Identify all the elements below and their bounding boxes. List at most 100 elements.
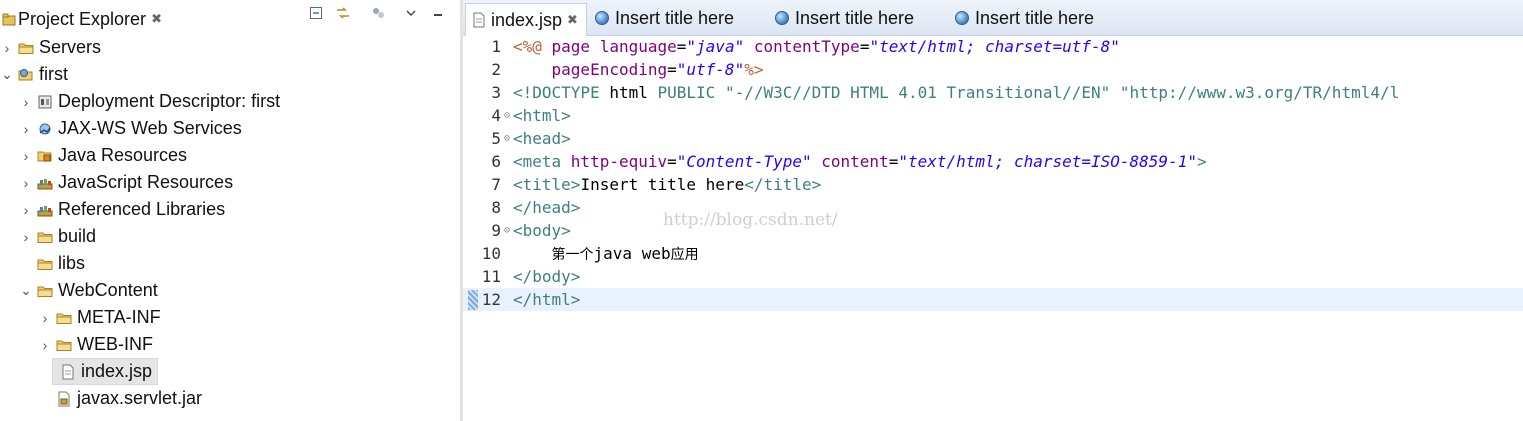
filter-icon[interactable] (370, 5, 386, 21)
code-token: Insert title here (580, 175, 745, 194)
tree-item[interactable]: javax.servlet.jar (38, 385, 204, 412)
code-token: contentType (753, 37, 860, 56)
code-line[interactable]: 6 <meta http-equiv="Content-Type" content… (463, 150, 1523, 173)
code-line[interactable]: 3 <!DOCTYPE html PUBLIC "-//W3C//DTD HTML… (463, 81, 1523, 104)
tree-item-content: Servers (14, 36, 103, 59)
tree-item-content: Referenced Libraries (33, 198, 227, 221)
line-number: 6 (491, 152, 501, 171)
tree-item-content: first (14, 63, 70, 86)
java-resources-icon (37, 148, 53, 164)
code-line[interactable]: 12 </html> (463, 288, 1523, 311)
code-line[interactable]: 7 <title>Insert title here</title> (463, 173, 1523, 196)
tree-item[interactable]: › Deployment Descriptor: first (19, 88, 282, 115)
minimize-icon[interactable] (430, 5, 446, 21)
chevron-right-icon[interactable]: › (19, 94, 33, 110)
code-editor[interactable]: 1 <%@ page language="java" contentType="t… (463, 35, 1523, 421)
code-line[interactable]: 8 </head> (463, 196, 1523, 219)
code-token: 第一个 (551, 246, 594, 263)
project-explorer-panel: Project Explorer ✖ › Servers ⌄ first › De (0, 0, 470, 421)
close-icon[interactable]: ✖ (151, 11, 162, 27)
line-number: 11 (481, 267, 501, 286)
code-text: <title>Insert title here</title> (513, 175, 821, 194)
tree-item-content: javax.servlet.jar (52, 387, 204, 410)
code-text: </body> (513, 267, 580, 286)
chevron-right-icon[interactable]: › (19, 148, 33, 164)
chevron-down-icon[interactable]: ⌄ (0, 66, 14, 83)
tree-item-content: Java Resources (33, 144, 189, 167)
code-line[interactable]: 11 </body> (463, 265, 1523, 288)
chevron-right-icon[interactable]: › (19, 175, 33, 191)
tab-insert-title-3[interactable]: Insert title here (955, 3, 1094, 33)
tree-item[interactable]: › Java Resources (19, 142, 189, 169)
tree-item-label: Servers (39, 37, 102, 57)
chevron-right-icon[interactable]: › (38, 310, 52, 326)
tree-item[interactable]: index.jsp (38, 358, 159, 385)
chevron-down-icon[interactable]: ⌄ (19, 282, 33, 299)
chevron-right-icon[interactable]: › (19, 202, 33, 218)
tree-item[interactable]: › JAX-WS Web Services (19, 115, 244, 142)
tree-item[interactable]: › JavaScript Resources (19, 169, 235, 196)
view-menu-icon[interactable] (403, 5, 419, 21)
code-token: content (821, 152, 889, 171)
fold-toggle-icon[interactable]: ⊝ (501, 225, 513, 236)
tab-index-jsp[interactable]: index.jsp ✖ (465, 3, 587, 36)
line-number: 8 (491, 198, 501, 217)
tree-item-label: build (58, 226, 97, 246)
tree-item[interactable]: libs (19, 250, 87, 277)
code-line[interactable]: 5 ⊝ <head> (463, 127, 1523, 150)
code-token: = (667, 152, 677, 171)
tree-item[interactable]: › WEB-INF (38, 331, 155, 358)
line-number: 4 (491, 106, 501, 125)
code-token: "-//W3C//DTD HTML 4.01 Transitional//EN"… (724, 83, 1400, 102)
code-token: > (1196, 152, 1207, 171)
tree-item-label: javax.servlet.jar (77, 388, 203, 408)
link-with-editor-icon[interactable] (335, 5, 351, 21)
code-token: java web (593, 243, 671, 263)
chevron-right-icon[interactable]: › (0, 40, 14, 56)
code-text: </head> (513, 198, 580, 217)
tree-item-content: JAX-WS Web Services (33, 117, 244, 140)
project-explorer-icon (2, 12, 16, 26)
code-line[interactable]: 2 pageEncoding="utf-8"%> (463, 58, 1523, 81)
jsp-file-icon (60, 364, 76, 380)
library-icon (37, 202, 53, 218)
code-token: "Content-Type" (676, 152, 812, 171)
code-line[interactable]: 4 ⊝ <html> (463, 104, 1523, 127)
code-text: pageEncoding="utf-8"%> (513, 60, 764, 79)
tab-insert-title-2[interactable]: Insert title here (775, 3, 914, 33)
chevron-right-icon[interactable]: › (19, 121, 33, 137)
tab-label: index.jsp (491, 9, 563, 30)
fold-toggle-icon[interactable]: ⊝ (501, 133, 513, 144)
view-toolbar (308, 4, 484, 22)
tree-item-content: index.jsp (52, 358, 159, 385)
tree-item[interactable]: › META-INF (38, 304, 163, 331)
tree-item-label: first (39, 64, 68, 84)
code-line[interactable]: 1 <%@ page language="java" contentType="t… (463, 35, 1523, 58)
tree-item[interactable]: › build (19, 223, 98, 250)
browser-globe-icon (955, 11, 969, 25)
tab-label: Insert title here (975, 7, 1095, 28)
tab-label: Insert title here (615, 7, 735, 28)
code-token: "text/html; charset=ISO-8859-1" (898, 152, 1197, 171)
project-explorer-tab[interactable]: Project Explorer ✖ (0, 4, 168, 34)
chevron-right-icon[interactable]: › (19, 229, 33, 245)
line-number: 10 (481, 244, 501, 263)
code-line[interactable]: 9 ⊝ <body> (463, 219, 1523, 242)
code-line[interactable]: 10 第一个java web应用 (463, 242, 1523, 265)
tree-item[interactable]: ⌄ WebContent (19, 277, 160, 304)
chevron-right-icon[interactable]: › (38, 337, 52, 353)
tree-item[interactable]: › Referenced Libraries (19, 196, 227, 223)
code-token: 应用 (670, 246, 699, 263)
close-icon[interactable]: ✖ (567, 12, 578, 28)
tree-item[interactable]: › Servers (0, 34, 103, 61)
fold-toggle-icon[interactable]: ⊝ (501, 110, 513, 121)
collapse-all-icon[interactable] (308, 5, 324, 21)
tab-insert-title-1[interactable]: Insert title here (595, 3, 734, 33)
tree-item[interactable]: ⌄ first (0, 61, 70, 88)
code-token: <%@ (513, 37, 552, 56)
code-text: <meta http-equiv="Content-Type" content=… (513, 152, 1207, 171)
code-token: "java" (686, 37, 745, 56)
